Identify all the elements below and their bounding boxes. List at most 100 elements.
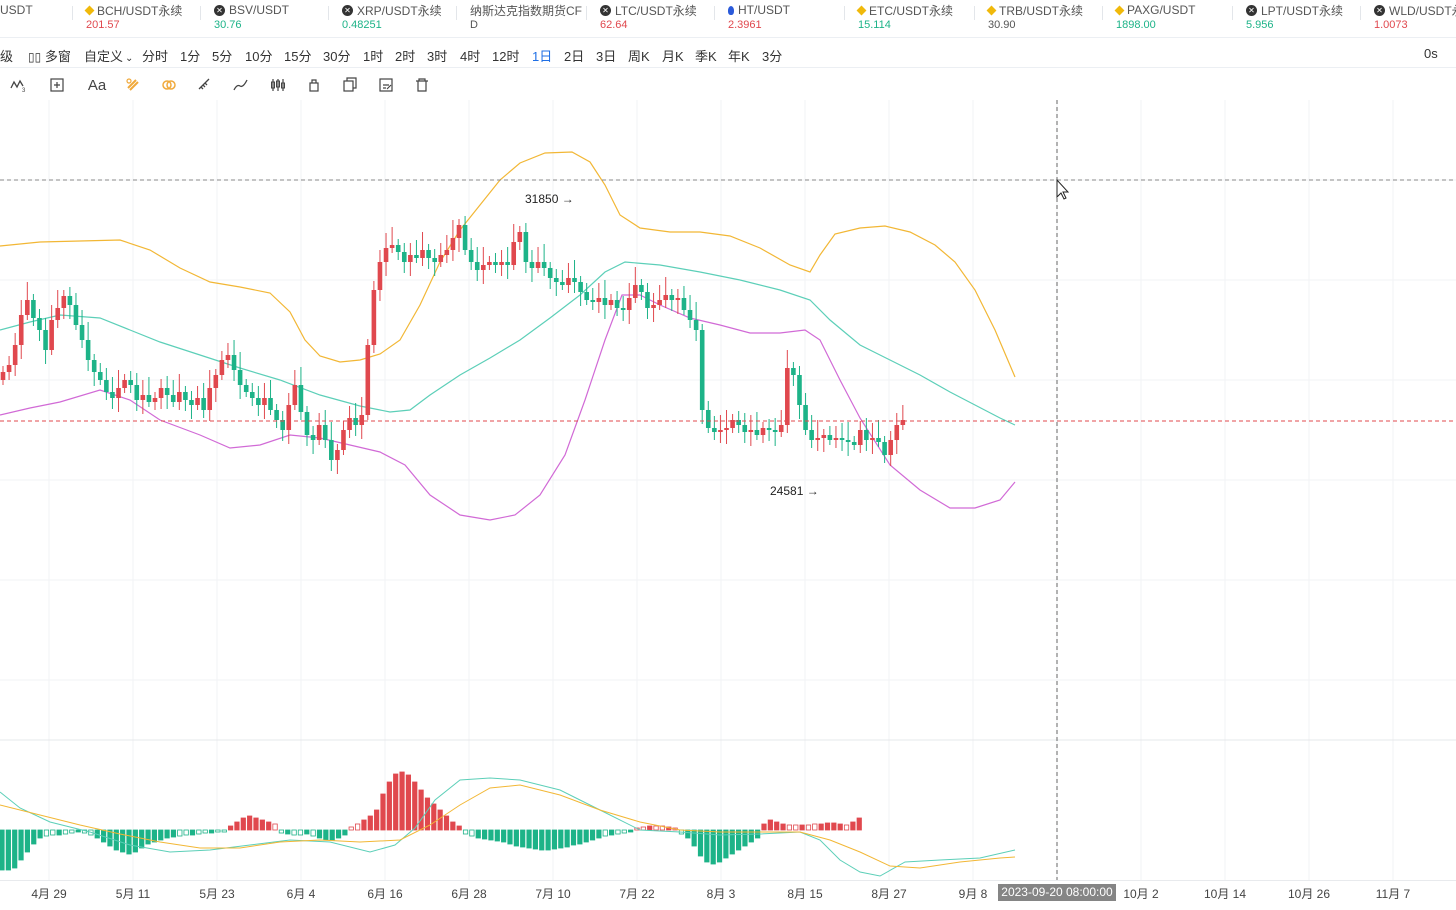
interval-10分[interactable]: 10分: [245, 46, 272, 65]
interval-3分[interactable]: 3分: [762, 46, 782, 65]
macd-histogram-bar: [75, 829, 81, 833]
macd-histogram-bar: [393, 773, 399, 831]
interval-周K[interactable]: 周K: [628, 46, 650, 65]
interval-2日[interactable]: 2日: [564, 46, 584, 65]
interval-12时[interactable]: 12时: [492, 46, 519, 65]
custom-interval-dropdown[interactable]: 自定义 ⌄: [84, 46, 133, 65]
interval-月K[interactable]: 月K: [662, 46, 684, 65]
macd-histogram-bar: [475, 829, 481, 839]
trend-lines-icon[interactable]: 3: [8, 74, 30, 96]
macd-histogram-bar: [793, 824, 799, 831]
divider: [328, 6, 329, 20]
interval-季K[interactable]: 季K: [695, 46, 717, 65]
interval-4时[interactable]: 4时: [460, 46, 480, 65]
candle-body: [614, 300, 620, 308]
interval-1日[interactable]: 1日: [532, 46, 552, 65]
candle-body: [687, 310, 693, 320]
interval-30分[interactable]: 30分: [323, 46, 350, 65]
candle-body: [49, 320, 54, 350]
ticker-price: 30.76: [214, 19, 242, 31]
candle-body: [322, 425, 328, 440]
interval-年K[interactable]: 年K: [728, 46, 750, 65]
divider: [1360, 6, 1361, 20]
diamond-icon: [986, 5, 997, 15]
ticker-item[interactable]: ✕ LTC/USDT永续 62.64: [586, 2, 697, 31]
candle-body: [517, 232, 523, 242]
macd-histogram-bar: [164, 829, 170, 839]
candle-body: [104, 380, 109, 392]
chart-area[interactable]: 31850 → 24581 →: [0, 100, 1456, 880]
candle-body: [359, 415, 365, 425]
ticker-item[interactable]: PAXG/USDT 1898.00: [1102, 2, 1195, 31]
candle-body: [724, 428, 729, 430]
ticker-item[interactable]: ✕ XRP/USDT永续 0.48251: [328, 2, 442, 31]
candle-body: [450, 238, 456, 250]
interval-分时[interactable]: 分时: [142, 46, 168, 65]
lock-icon[interactable]: [303, 74, 325, 96]
level-label: 级: [0, 49, 14, 64]
ticker-symbol: 纳斯达克指数期货CF: [470, 3, 582, 18]
ticker-item[interactable]: BCH/USDT永续 201.57: [72, 2, 182, 31]
interval-1分[interactable]: 1分: [180, 46, 200, 65]
macd-histogram-bar: [602, 829, 608, 837]
macd-histogram-bar: [418, 789, 424, 831]
candle-body: [335, 450, 340, 460]
ticker-item[interactable]: 纳斯达克指数期货CF D: [456, 2, 582, 31]
macd-histogram-bar: [69, 829, 75, 834]
brush-icon[interactable]: [230, 74, 252, 96]
ticker-item[interactable]: ETC/USDT永续 15.114: [844, 2, 954, 31]
lock-magnet-icon[interactable]: [158, 74, 180, 96]
macd-histogram-bar: [380, 793, 386, 831]
macd-histogram-bar: [240, 817, 246, 831]
macd-histogram-bar: [208, 829, 215, 834]
candle-body: [803, 405, 808, 430]
ticker-item[interactable]: ✕ LPT/USDT永续 5.956: [1232, 2, 1343, 31]
ticker-item[interactable]: ✕ BSV/USDT 30.76: [200, 2, 289, 31]
measure-icon[interactable]: [46, 74, 68, 96]
macd-histogram-bar: [583, 829, 589, 843]
high-price-label: 31850 →: [525, 192, 574, 206]
candle-body: [693, 320, 699, 330]
interval-5分[interactable]: 5分: [212, 46, 232, 65]
ticker-item[interactable]: HT/USDT 2.3961: [714, 2, 790, 31]
candle-body: [833, 438, 839, 440]
edit-icon[interactable]: [375, 74, 397, 96]
candle-body: [158, 388, 164, 398]
ticker-item[interactable]: ✕ WLD/USDT永续1.0073: [1360, 2, 1456, 31]
macd-histogram-bar: [653, 825, 659, 831]
macd-histogram-bar: [488, 829, 494, 841]
mouse-cursor-icon: [1056, 178, 1070, 200]
macd-histogram-bar: [56, 829, 62, 836]
bollinger-lower-line: [0, 294, 1016, 521]
ruler-icon[interactable]: [194, 74, 216, 96]
time-tick-label: 4月 29: [31, 887, 67, 901]
divider: [1232, 6, 1233, 20]
text-tool-icon[interactable]: Aa: [86, 74, 108, 96]
ticker-symbol: ETC/USDT永续: [869, 3, 954, 18]
candle-body: [578, 282, 583, 292]
interval-3日[interactable]: 3日: [596, 46, 616, 65]
pattern-icon[interactable]: [267, 74, 289, 96]
ticker-item[interactable]: TRB/USDT永续 30.90: [974, 2, 1083, 31]
macd-histogram-bar: [856, 817, 862, 831]
interval-1时[interactable]: 1时: [363, 46, 383, 65]
macd-histogram-bar: [31, 829, 37, 845]
candle-body: [292, 385, 298, 405]
macd-histogram-bar: [437, 809, 443, 831]
magnet-icon[interactable]: [122, 74, 144, 96]
interval-15分[interactable]: 15分: [284, 46, 311, 65]
candle-body: [73, 305, 79, 325]
grid-icon: ▯▯: [28, 50, 42, 64]
candle-body: [870, 438, 875, 440]
copy-icon[interactable]: [339, 74, 361, 96]
trash-icon[interactable]: [411, 74, 433, 96]
countdown-label: 0s: [1424, 46, 1438, 61]
ticker-symbol: LTC/USDT永续: [615, 3, 697, 18]
interval-2时[interactable]: 2时: [395, 46, 415, 65]
candle-body: [760, 428, 766, 435]
interval-3时[interactable]: 3时: [427, 46, 447, 65]
candle-body: [529, 262, 535, 268]
ticker-item[interactable]: USDT: [0, 2, 33, 19]
multi-window-button[interactable]: ▯▯ 多窗: [28, 46, 71, 65]
macd-histogram-bar: [304, 829, 310, 835]
